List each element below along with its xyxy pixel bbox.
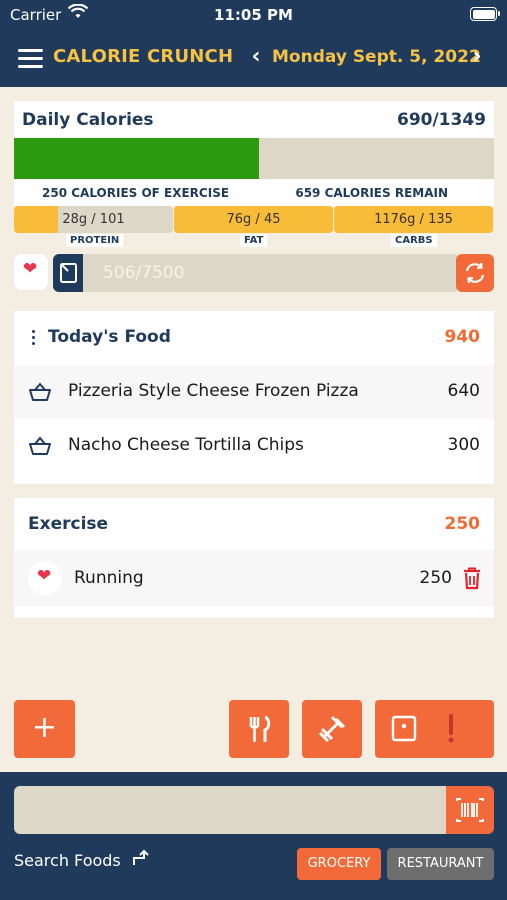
exercise-total: 250 [444, 514, 481, 534]
more-options-icon[interactable] [32, 330, 36, 348]
trash-icon[interactable] [462, 566, 482, 594]
fat-label: FAT [240, 234, 268, 247]
food-item-calories: 640 [447, 381, 480, 401]
daily-calories-header: Daily Calories 690/1349 [14, 101, 494, 138]
heart-icon: ❤ [23, 259, 38, 279]
protein-bar: 28g / 101 [14, 206, 173, 233]
search-foods-label: Search Foods [14, 851, 121, 870]
chevron-left-icon[interactable]: ‹ [246, 44, 266, 69]
app-header: CALORIE CRUNCH ‹ Monday Sept. 5, 2022 › [0, 30, 507, 87]
log-alert-button[interactable] [375, 700, 494, 758]
food-item-calories: 300 [447, 435, 480, 455]
food-item[interactable]: Pizzeria Style Cheese Frozen Pizza 640 [14, 365, 494, 419]
exercise-item-name: Running [74, 568, 144, 588]
chevron-right-icon[interactable]: › [467, 44, 487, 69]
calorie-progress-fill [14, 138, 260, 179]
exercise-item[interactable]: ❤ Running 250 [14, 550, 494, 606]
daily-calories-value: 690/1349 [396, 110, 486, 130]
exercise-item-calories: 250 [419, 568, 452, 588]
exercise-card: Exercise 250 ❤ Running 250 [14, 498, 494, 618]
exercise-title: Exercise [28, 514, 109, 534]
carbs-value: 1176g / 135 [374, 212, 453, 227]
protein-value: 28g / 101 [62, 212, 125, 227]
current-date[interactable]: Monday Sept. 5, 2022 [272, 47, 481, 67]
carbs-label: CARBS [391, 234, 437, 247]
app-title: CALORIE CRUNCH [53, 46, 234, 67]
health-button[interactable]: ❤ [14, 254, 48, 290]
barcode-button[interactable] [446, 786, 494, 834]
food-item-name: Pizzeria Style Cheese Frozen Pizza [68, 381, 359, 401]
calorie-summary: 250 CALORIES OF EXERCISE 659 CALORIES RE… [14, 179, 494, 206]
search-input[interactable] [14, 786, 446, 834]
remaining-calories-text: 659 CALORIES REMAIN [295, 186, 448, 200]
water-progress-field[interactable]: 506/7500 [83, 254, 457, 292]
plus-icon: + [31, 710, 58, 745]
calorie-progress-bar [14, 138, 494, 179]
heart-icon: ❤ [37, 566, 52, 586]
search-panel: Search Foods GROCERY RESTAURANT [0, 772, 507, 900]
add-exercise-button[interactable] [302, 700, 362, 758]
basket-icon [28, 436, 52, 460]
fat-bar: 76g / 45 [174, 206, 333, 233]
food-item[interactable]: Nacho Cheese Tortilla Chips 300 [14, 419, 494, 473]
barcode-icon [456, 798, 484, 822]
protein-label: PROTEIN [66, 234, 124, 247]
basket-icon [28, 382, 52, 406]
grocery-button[interactable]: GROCERY [297, 848, 381, 880]
carbs-bar: 1176g / 135 [334, 206, 493, 233]
turn-up-arrow-icon [132, 849, 149, 865]
exercise-calories-text: 250 CALORIES OF EXERCISE [42, 186, 230, 200]
sync-icon [465, 262, 485, 284]
todays-food-card: Today's Food 940 Pizzeria Style Cheese F… [14, 311, 494, 484]
restaurant-button[interactable]: RESTAURANT [387, 848, 494, 880]
fat-value: 76g / 45 [226, 212, 281, 227]
log-icon[interactable] [53, 254, 83, 292]
todays-food-title: Today's Food [48, 327, 171, 347]
food-item-name: Nacho Cheese Tortilla Chips [68, 435, 304, 455]
sync-button[interactable] [456, 254, 494, 292]
exercise-header: Exercise 250 [14, 498, 494, 552]
status-bar: Carrier 11:05 PM [0, 0, 507, 30]
todays-food-total: 940 [444, 327, 481, 347]
utensils-icon [249, 715, 271, 742]
add-button[interactable]: + [14, 700, 75, 758]
water-log-row: ❤ 506/7500 [14, 254, 494, 292]
daily-calories-title: Daily Calories [22, 110, 154, 130]
clock: 11:05 PM [214, 6, 293, 24]
dumbbell-icon [318, 715, 346, 743]
log-alert-icon [391, 714, 454, 743]
todays-food-header: Today's Food 940 [14, 311, 494, 365]
menu-icon[interactable] [18, 49, 43, 68]
exercise-heart-badge: ❤ [28, 561, 62, 595]
add-food-button[interactable] [229, 700, 289, 758]
search-foods-link[interactable]: Search Foods [14, 848, 150, 870]
battery-icon [470, 7, 500, 21]
